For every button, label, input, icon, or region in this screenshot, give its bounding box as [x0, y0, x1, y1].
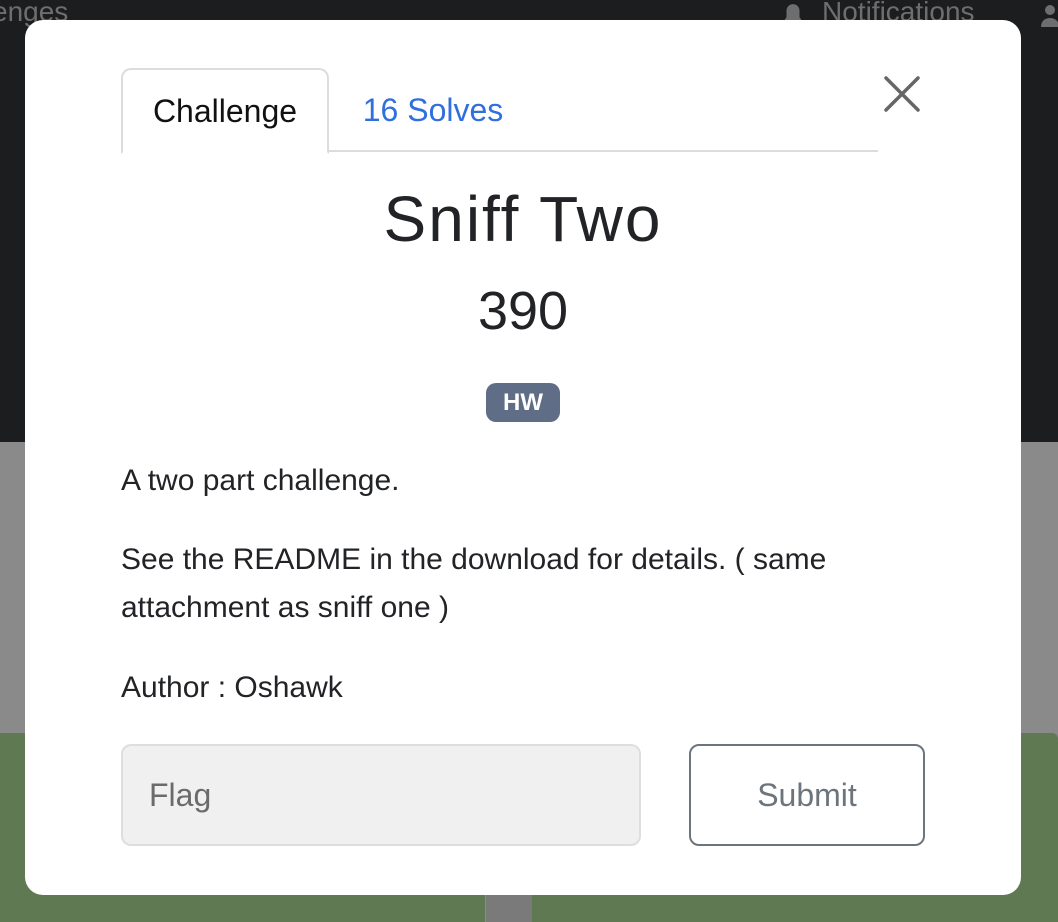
- modal-tabs: Challenge 16 Solves: [121, 68, 878, 154]
- description-line: See the README in the download for detai…: [121, 543, 827, 624]
- close-button[interactable]: [880, 72, 924, 116]
- close-icon: [884, 76, 920, 112]
- challenge-points: 390: [477, 281, 569, 341]
- tab-solves[interactable]: 16 Solves: [353, 68, 513, 152]
- submit-button[interactable]: Submit: [689, 744, 925, 846]
- challenge-modal: Challenge 16 Solves Sniff Two 390 HW A t…: [25, 20, 1021, 895]
- tab-challenge[interactable]: Challenge: [121, 68, 329, 154]
- flag-input[interactable]: [121, 744, 641, 846]
- user-icon: [1038, 2, 1058, 34]
- challenge-title: Sniff Two: [383, 183, 663, 255]
- author-line: Author : Oshawk: [121, 671, 343, 704]
- category-badge: HW: [486, 383, 560, 422]
- description-line: A two part challenge.: [121, 464, 400, 497]
